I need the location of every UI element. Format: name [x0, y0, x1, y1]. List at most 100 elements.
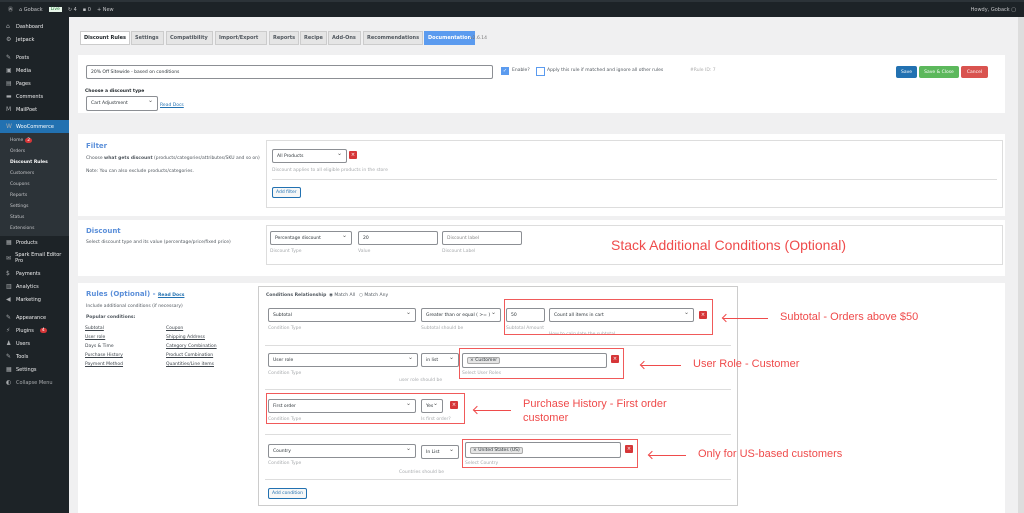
tab-recipe[interactable]: Recipe	[300, 31, 327, 45]
add-condition-button[interactable]: Add condition	[268, 488, 307, 499]
save-close-button[interactable]: Save & Close	[919, 66, 959, 78]
highlight-subtotal	[504, 299, 713, 335]
discount-type-select[interactable]: Cart Adjustment	[86, 96, 158, 111]
tab-documentation[interactable]: Documentation	[424, 31, 476, 45]
sidebar-subitem-status[interactable]: Status	[0, 212, 69, 223]
popular-condition-link[interactable]: Coupon	[166, 326, 217, 335]
apply-rule-checkbox[interactable]	[536, 67, 545, 76]
tab-compatibility[interactable]: Compatibility	[166, 31, 213, 45]
sidebar-item-analytics[interactable]: ▥ Analytics	[0, 280, 69, 293]
sidebar-item-appearance[interactable]: ✎ Appearance	[0, 311, 69, 324]
remove-filter-icon[interactable]: ×	[349, 151, 357, 159]
arrow-left-icon	[649, 455, 686, 456]
howdy-user[interactable]: Howdy, Goback ▢	[971, 7, 1016, 13]
scrollbar[interactable]	[1018, 17, 1024, 513]
new-link[interactable]: + New	[97, 7, 114, 13]
updates-link[interactable]: ↻ 4	[68, 7, 77, 13]
condition-4-operator[interactable]: In List	[421, 445, 459, 459]
tab-discount-rules[interactable]: Discount Rules	[80, 31, 130, 45]
discount-type-select[interactable]: Percentage discount	[270, 231, 352, 245]
enable-checkbox[interactable]: ✓	[501, 67, 509, 75]
sidebar-item-dashboard[interactable]: ⌂ Dashboard	[0, 20, 69, 33]
sidebar-item-plugins[interactable]: ⚡ Plugins 4	[0, 324, 69, 337]
popular-condition-link[interactable]: Days & Time	[85, 344, 123, 353]
condition-1-type[interactable]: Subtotal	[268, 308, 416, 322]
sidebar-item-users[interactable]: ♟ Users	[0, 337, 69, 350]
sidebar-item-products[interactable]: ▦ Products	[0, 236, 69, 249]
sidebar-subitem-settings[interactable]: Settings	[0, 201, 69, 212]
sidebar-item-comments[interactable]: ▬ Comments	[0, 90, 69, 103]
popular-condition-link[interactable]: Subtotal	[85, 326, 123, 335]
media-icon: ▣	[6, 67, 12, 74]
sidebar-subitem-orders[interactable]: Orders	[0, 146, 69, 157]
sidebar-item-posts[interactable]: ✎ Posts	[0, 51, 69, 64]
sidebar-item-woocommerce[interactable]: W WooCommerce	[0, 120, 69, 133]
sidebar-item-media[interactable]: ▣ Media	[0, 64, 69, 77]
sidebar-subitem-home[interactable]: Home 2	[0, 135, 69, 146]
dashboard-icon: ⌂	[6, 23, 10, 30]
sidebar-item-spark-email-editor-pro[interactable]: ✉ Spark Email Editor Pro	[0, 249, 69, 267]
tab-settings[interactable]: Settings	[131, 31, 164, 45]
tab-recommendations[interactable]: Recommendations	[363, 31, 424, 45]
filter-desc: Choose what gets discount (products/cate…	[86, 156, 260, 161]
discount-label-input[interactable]: Discount label	[442, 231, 522, 245]
admin-sidebar: ⌂ Dashboard ⚙ Jetpack ✎ Posts ▣ Media ▤ Pages ▬ Com…	[0, 17, 69, 513]
wordpress-logo-icon[interactable]: Ⓦ	[8, 6, 13, 13]
popular-condition-link[interactable]: Category Combination	[166, 344, 217, 353]
sidebar-item-collapse-menu[interactable]: ◐ Collapse Menu	[0, 376, 69, 389]
sidebar-subitem-discount-rules[interactable]: Discount Rules	[0, 157, 69, 168]
condition-2-operator[interactable]: in list	[421, 353, 459, 367]
filter-panel: All Products × Discount applies to all e…	[266, 140, 1003, 208]
popular-condition-link[interactable]: Quantities/Line items	[166, 362, 217, 371]
add-filter-button[interactable]: Add filter	[272, 187, 301, 198]
filter-hint: Discount applies to all eligible product…	[272, 168, 388, 173]
annotation-stack: Stack Additional Conditions (Optional)	[611, 237, 847, 253]
comment-icon: ▬	[6, 93, 12, 100]
menu-icon: ⚡	[6, 327, 11, 334]
annotation-subtotal: Subtotal - Orders above $50	[780, 311, 919, 323]
rule-title-input[interactable]: 20% Off Sitewide - based on conditions	[86, 65, 493, 79]
sidebar-subitem-customers[interactable]: Customers	[0, 168, 69, 179]
sidebar-item-settings[interactable]: ▦ Settings	[0, 363, 69, 376]
tab-import-export[interactable]: Import/Export	[215, 31, 267, 45]
sidebar-subitem-reports[interactable]: Reports	[0, 190, 69, 201]
popular-condition-link[interactable]: Payment Method	[85, 362, 123, 371]
sidebar-item-jetpack[interactable]: ⚙ Jetpack	[0, 33, 69, 46]
save-button[interactable]: Save	[896, 66, 917, 78]
rules-read-docs-link[interactable]: Read Docs	[158, 293, 185, 298]
sidebar-item-marketing[interactable]: ◀ Marketing	[0, 293, 69, 306]
count-badge: 4	[39, 328, 47, 333]
match-any-radio[interactable]: ○ Match Any	[359, 293, 388, 298]
sidebar-item-pages[interactable]: ▤ Pages	[0, 77, 69, 90]
tab-reports[interactable]: Reports	[269, 31, 300, 45]
filter-note: Note: You can also exclude products/cate…	[86, 169, 194, 174]
menu-icon: $	[6, 270, 10, 277]
rules-title: Rules (Optional) - Read Docs	[86, 290, 185, 298]
comments-link[interactable]: ▪ 0	[83, 7, 91, 13]
condition-4-type[interactable]: Country	[268, 444, 416, 458]
menu-icon: ◐	[6, 379, 12, 386]
menu-icon: ▦	[6, 239, 12, 246]
sidebar-item-mailpoet[interactable]: M MailPoet	[0, 103, 69, 116]
match-all-radio[interactable]: ◉ Match All	[329, 293, 355, 298]
condition-1-operator[interactable]: Greater than or equal ( >= )	[421, 308, 501, 322]
annotation-role: User Role - Customer	[693, 358, 800, 370]
filter-select[interactable]: All Products	[272, 149, 347, 163]
tab-add-ons[interactable]: Add-Ons	[328, 31, 361, 45]
condition-2-type[interactable]: User role	[268, 353, 418, 367]
cancel-button[interactable]: Cancel	[961, 66, 988, 78]
popular-condition-link[interactable]: Product Combination	[166, 353, 217, 362]
sidebar-item-tools[interactable]: ✎ Tools	[0, 350, 69, 363]
site-name[interactable]: ⌂ Goback	[19, 7, 43, 13]
arrow-left-icon	[474, 410, 511, 411]
discount-value-input[interactable]: 20	[358, 231, 438, 245]
popular-condition-link[interactable]: Shipping Address	[166, 335, 217, 344]
sidebar-item-payments[interactable]: $ Payments	[0, 267, 69, 280]
popular-condition-link[interactable]: User role	[85, 335, 123, 344]
sidebar-subitem-coupons[interactable]: Coupons	[0, 179, 69, 190]
discount-desc: Select discount type and its value (perc…	[86, 240, 231, 245]
popular-condition-link[interactable]: Purchase History	[85, 353, 123, 362]
highlight-first-order	[266, 393, 465, 424]
read-docs-link[interactable]: Read Docs	[160, 103, 184, 108]
sidebar-subitem-extensions[interactable]: Extensions	[0, 223, 69, 234]
